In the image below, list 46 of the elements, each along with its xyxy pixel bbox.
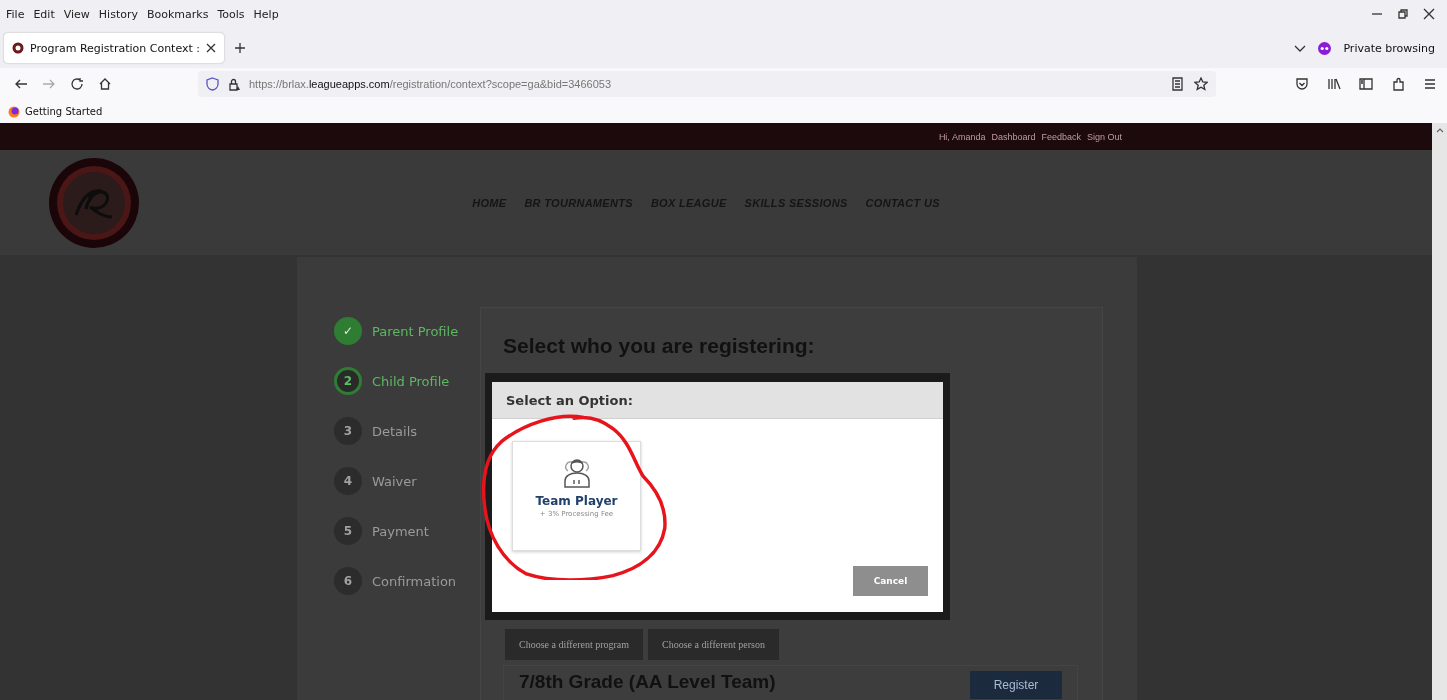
user-link[interactable]: Sign Out	[1086, 131, 1122, 142]
library-icon[interactable]	[1327, 77, 1341, 91]
action-button[interactable]: Choose a different program	[505, 629, 644, 660]
menu-item[interactable]: Tools	[217, 7, 245, 21]
reader-view-icon[interactable]	[1171, 77, 1184, 91]
menu-item[interactable]: History	[98, 7, 138, 21]
register-button[interactable]: Register	[970, 671, 1062, 699]
step-item[interactable]: 6 Confirmation	[334, 567, 460, 595]
menu-item[interactable]: Bookmarks	[147, 7, 209, 21]
scrollbar[interactable]	[1432, 123, 1447, 700]
bookmark-item[interactable]: Getting Started	[25, 106, 103, 117]
user-link[interactable]: Hi, Amanda	[938, 131, 986, 142]
step-item[interactable]: 4 Waiver	[334, 467, 460, 495]
menu-item[interactable]: View	[63, 7, 90, 21]
menu-icon[interactable]	[1423, 77, 1437, 91]
address-bar[interactable]: https://brlax.leagueapps.com/registration/context?scope=ga&bid=3466053	[198, 71, 1216, 97]
step-item[interactable]: 5 Payment	[334, 517, 460, 545]
globe-icon	[8, 105, 20, 118]
star-icon[interactable]	[1194, 77, 1208, 91]
back-icon[interactable]	[14, 77, 28, 91]
reload-icon[interactable]	[70, 77, 84, 91]
favicon-icon	[12, 42, 24, 54]
step-item[interactable]: 3 Details	[334, 417, 460, 445]
close-tab-icon[interactable]	[206, 43, 217, 53]
pocket-icon[interactable]	[1295, 77, 1309, 91]
home-icon[interactable]	[98, 77, 112, 91]
shield-icon[interactable]	[206, 77, 219, 91]
private-browsing-label: Private browsing	[1343, 41, 1435, 55]
menu-item[interactable]: File	[6, 7, 25, 21]
sidebar-icon[interactable]	[1359, 77, 1373, 91]
user-link[interactable]: Feedback	[1041, 131, 1081, 142]
extensions-icon[interactable]	[1391, 77, 1405, 91]
user-link[interactable]: Dashboard	[991, 131, 1036, 142]
new-tab-icon[interactable]	[234, 42, 247, 54]
step-item[interactable]: ✓ Parent Profile	[334, 317, 460, 345]
modal-title: Select an Option:	[492, 382, 943, 419]
step-item[interactable]: 2 Child Profile	[334, 367, 460, 395]
scroll-up-icon[interactable]	[1435, 127, 1444, 133]
close-icon[interactable]	[1421, 6, 1437, 22]
browser-tab[interactable]: Program Registration Context :	[4, 33, 225, 63]
menu-item[interactable]: Help	[253, 7, 279, 21]
action-button[interactable]: Choose a different person	[648, 629, 779, 660]
menu-item[interactable]: Edit	[33, 7, 55, 21]
mask-icon	[1318, 41, 1332, 55]
lock-icon[interactable]	[227, 77, 241, 91]
restore-icon[interactable]	[1395, 6, 1411, 22]
